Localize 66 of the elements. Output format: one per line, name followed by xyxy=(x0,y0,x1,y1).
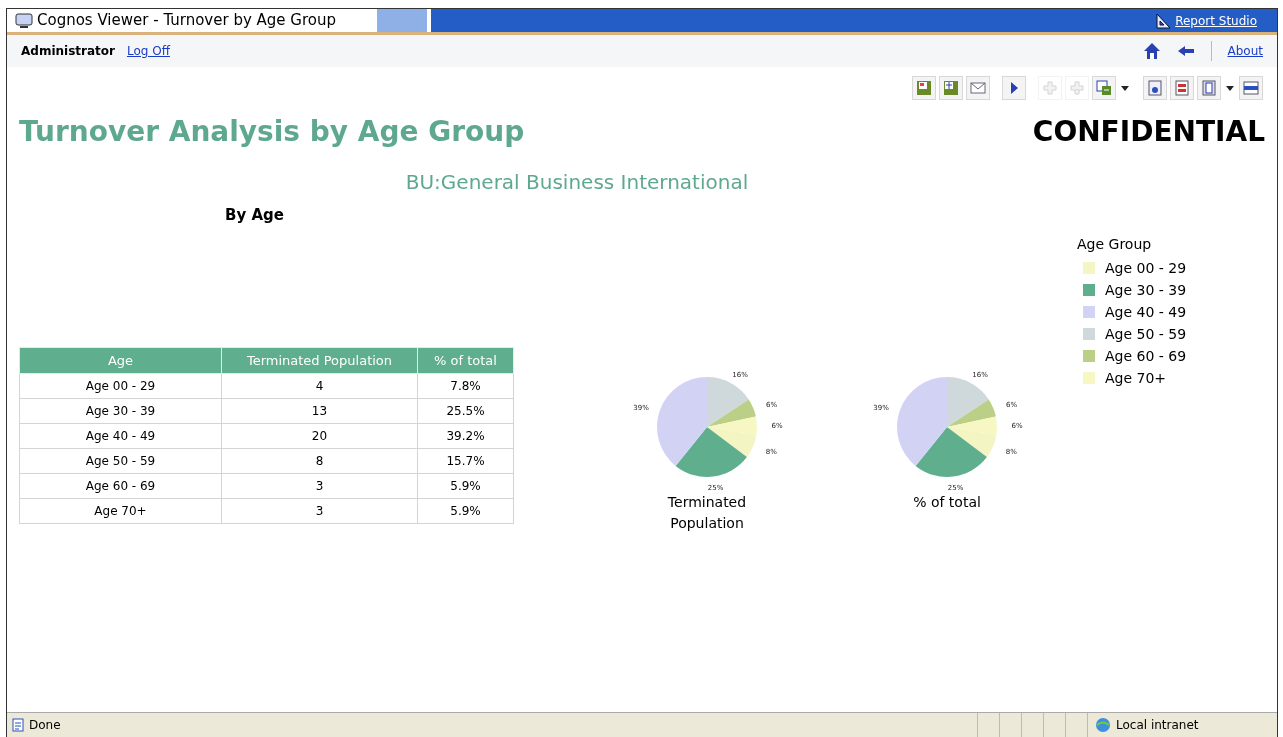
save-icon xyxy=(915,79,933,97)
table-cell: 3 xyxy=(221,498,418,524)
column-header: Terminated Population xyxy=(221,347,418,374)
caret-icon xyxy=(1226,85,1234,91)
report-studio-link[interactable]: Report Studio xyxy=(1175,11,1257,30)
table-cell: Age 40 - 49 xyxy=(19,423,222,449)
legend-title: Age Group xyxy=(1077,235,1153,254)
go-to-button[interactable] xyxy=(1092,76,1116,100)
legend-label: Age 30 - 39 xyxy=(1105,280,1187,300)
monitor-icon xyxy=(15,12,33,29)
table-cell: 39.2% xyxy=(417,423,514,449)
table-cell: Age 00 - 29 xyxy=(19,373,222,399)
legend-label: Age 40 - 49 xyxy=(1105,302,1187,322)
page-icon xyxy=(1242,79,1260,97)
save-as-icon xyxy=(942,79,960,97)
table-cell: 7.8% xyxy=(417,373,514,399)
legend-label: Age 70+ xyxy=(1105,368,1167,388)
table-cell: 15.7% xyxy=(417,448,514,474)
table-cell: 4 xyxy=(221,373,418,399)
table-cell: 25.5% xyxy=(417,398,514,424)
table-cell: 3 xyxy=(221,473,418,499)
about-link[interactable]: About xyxy=(1227,42,1263,60)
back-arrow-icon[interactable] xyxy=(1176,45,1195,57)
document-icon xyxy=(1146,79,1164,97)
user-name: Administrator xyxy=(21,43,115,60)
column-header: % of total xyxy=(417,347,514,374)
caret-icon xyxy=(1121,85,1129,91)
save-as-button[interactable] xyxy=(939,76,963,100)
confidential-label: CONFIDENTIAL xyxy=(1032,114,1265,150)
plus-icon xyxy=(1068,79,1086,97)
legend-label: Age 00 - 29 xyxy=(1105,258,1187,278)
page-icon xyxy=(1200,79,1218,97)
section-heading: By Age xyxy=(225,206,284,224)
column-header: Age xyxy=(19,347,222,374)
pdf-button[interactable] xyxy=(1170,76,1194,100)
document-icon xyxy=(1173,79,1191,97)
table-cell: Age 50 - 59 xyxy=(19,448,222,474)
table-cell: Age 60 - 69 xyxy=(19,473,222,499)
table-cell: 20 xyxy=(221,423,418,449)
report-title: Turnover Analysis by Age Group xyxy=(19,114,525,150)
page-icon xyxy=(11,718,25,732)
home-icon[interactable] xyxy=(1142,42,1161,60)
watch-button[interactable] xyxy=(1143,76,1167,100)
plus-icon xyxy=(1041,79,1059,97)
security-zone-label: Local intranet xyxy=(1116,717,1199,734)
log-off-link[interactable]: Log Off xyxy=(126,42,170,60)
table-cell: 13 xyxy=(221,398,418,424)
window-icon xyxy=(1095,79,1113,97)
table-cell: 5.9% xyxy=(417,473,514,499)
status-message: Done xyxy=(29,717,61,734)
legend-label: Age 50 - 59 xyxy=(1105,324,1187,344)
table-cell: Age 30 - 39 xyxy=(19,398,222,424)
chart-title: % of total xyxy=(912,493,982,512)
xml-button[interactable] xyxy=(1239,76,1263,100)
table-cell: Age 70+ xyxy=(19,498,222,524)
envelope-icon xyxy=(969,79,987,97)
run-button[interactable] xyxy=(1002,76,1026,100)
table-cell: 8 xyxy=(221,448,418,474)
globe-icon xyxy=(1094,717,1112,733)
report-subtitle: BU:General Business International xyxy=(405,169,749,196)
window-title: Cognos Viewer - Turnover by Age Group xyxy=(37,10,336,32)
email-button[interactable] xyxy=(966,76,990,100)
chart-title: Terminated Population xyxy=(666,493,748,533)
table-cell: 5.9% xyxy=(417,498,514,524)
legend-label: Age 60 - 69 xyxy=(1105,346,1187,366)
save-button[interactable] xyxy=(912,76,936,100)
